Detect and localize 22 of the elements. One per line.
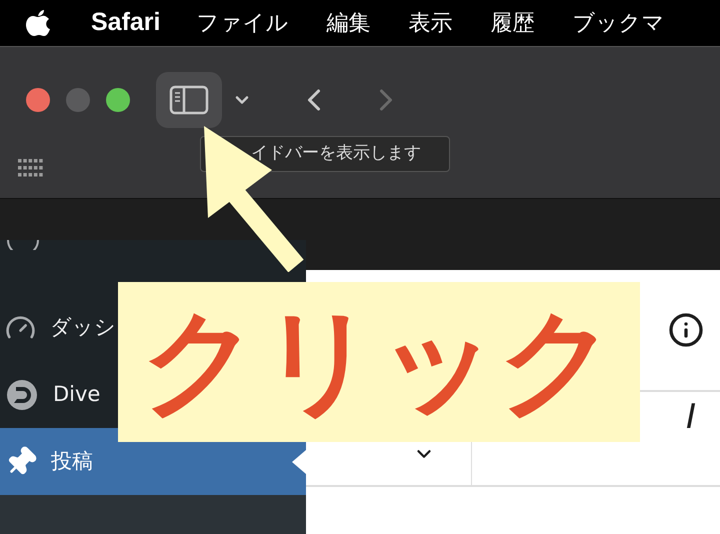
sidebar-icon (169, 85, 209, 115)
info-icon[interactable] (668, 312, 704, 348)
sidebar-label: 投稿 (51, 448, 93, 475)
menu-item[interactable]: ファイル (196, 6, 288, 40)
callout-text: クリック (141, 304, 617, 420)
sidebar-toggle-button[interactable] (156, 72, 222, 128)
menu-item[interactable]: 表示 (408, 6, 452, 40)
close-button[interactable] (26, 88, 50, 112)
sidebar-item[interactable]: Dive (0, 361, 116, 428)
menu-item[interactable]: 履歴 (490, 6, 534, 40)
menu-item[interactable]: ブックマ (572, 6, 664, 40)
zoom-button[interactable] (106, 88, 130, 112)
menu-item[interactable]: 編集 (326, 6, 370, 40)
app-menu[interactable]: Safari (91, 4, 160, 42)
apple-logo-icon[interactable] (25, 8, 51, 38)
sidebar-label: ダッシ (50, 314, 116, 341)
italic-button[interactable]: I (686, 392, 696, 485)
logo-icon (5, 378, 39, 412)
sidebar-label: Dive (53, 380, 100, 408)
grid-icon[interactable] (18, 159, 44, 179)
tooltip-text: イドバーを表示します (251, 142, 421, 166)
sidebar-item[interactable]: ダッシ (0, 294, 116, 361)
